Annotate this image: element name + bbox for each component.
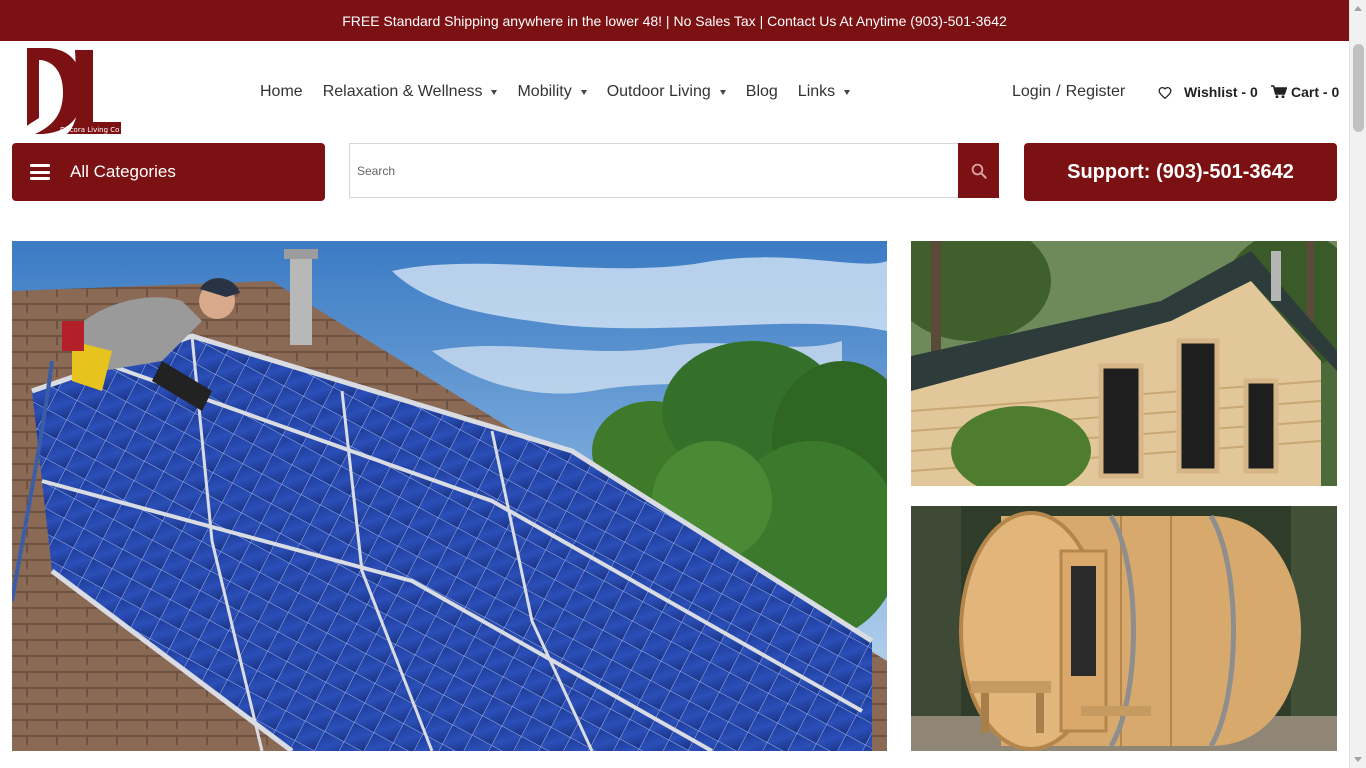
nav-label: Home [260,83,303,100]
nav-blog[interactable]: Blog [736,83,788,101]
all-categories-button[interactable]: All Categories [12,143,325,201]
heart-icon [1158,86,1172,99]
cart-label: Cart - 0 [1291,84,1340,100]
nav-links[interactable]: Links [788,83,860,101]
nav-label: Links [797,83,836,100]
caret-down-icon [580,89,587,95]
login-link[interactable]: Login [1012,83,1051,101]
nav-outdoor-living[interactable]: Outdoor Living [597,83,736,101]
caret-down-icon [719,89,726,95]
announcement-bar: FREE Standard Shipping anywhere in the l… [0,0,1349,41]
support-phone-button[interactable]: Support: (903)-501-3642 [1024,143,1337,201]
barrel-sauna-banner-image[interactable] [911,506,1337,751]
nav-relaxation-wellness[interactable]: Relaxation & Wellness [313,83,508,101]
scroll-up-icon[interactable] [1354,6,1362,11]
logo-caption: Decora Living Co [60,126,119,134]
main-navigation: Home Relaxation & Wellness Mobility Outd… [250,72,860,112]
nav-label: Relaxation & Wellness [322,83,483,100]
caret-down-icon [491,89,498,95]
nav-label: Outdoor Living [606,83,711,100]
nav-mobility[interactable]: Mobility [507,83,596,101]
account-separator: / [1056,83,1061,100]
cart-icon [1271,85,1287,99]
hamburger-icon [30,164,50,180]
search-icon [971,163,987,179]
logo-graphic: Decora Living Co [27,48,121,134]
scrollbar-thumb[interactable] [1353,44,1364,132]
site-logo[interactable]: Decora Living Co [27,48,123,136]
cabin-sauna-banner-image[interactable] [911,241,1337,486]
caret-down-icon [844,89,851,95]
all-categories-label: All Categories [70,162,176,181]
announcement-text: FREE Standard Shipping anywhere in the l… [342,12,1007,29]
account-links: Login / Register [1012,72,1125,112]
solar-banner-image[interactable] [12,241,887,751]
barrel-sauna-photo [911,506,1337,751]
cabin-sauna-photo [911,241,1337,486]
cart-link[interactable]: Cart - 0 [1271,72,1339,112]
nav-home[interactable]: Home [250,83,313,101]
wishlist-label: Wishlist - 0 [1184,84,1258,100]
register-link[interactable]: Register [1066,83,1126,101]
search-input[interactable] [349,143,958,198]
search-button[interactable] [958,143,999,198]
solar-photo [12,241,887,751]
scroll-down-icon[interactable] [1354,757,1362,762]
search-bar [349,143,999,198]
nav-label: Blog [745,83,778,100]
page-scrollbar[interactable] [1349,0,1366,768]
wishlist-link[interactable]: Wishlist - 0 [1158,72,1258,112]
support-label: Support: (903)-501-3642 [1067,160,1294,183]
nav-label: Mobility [517,83,572,100]
